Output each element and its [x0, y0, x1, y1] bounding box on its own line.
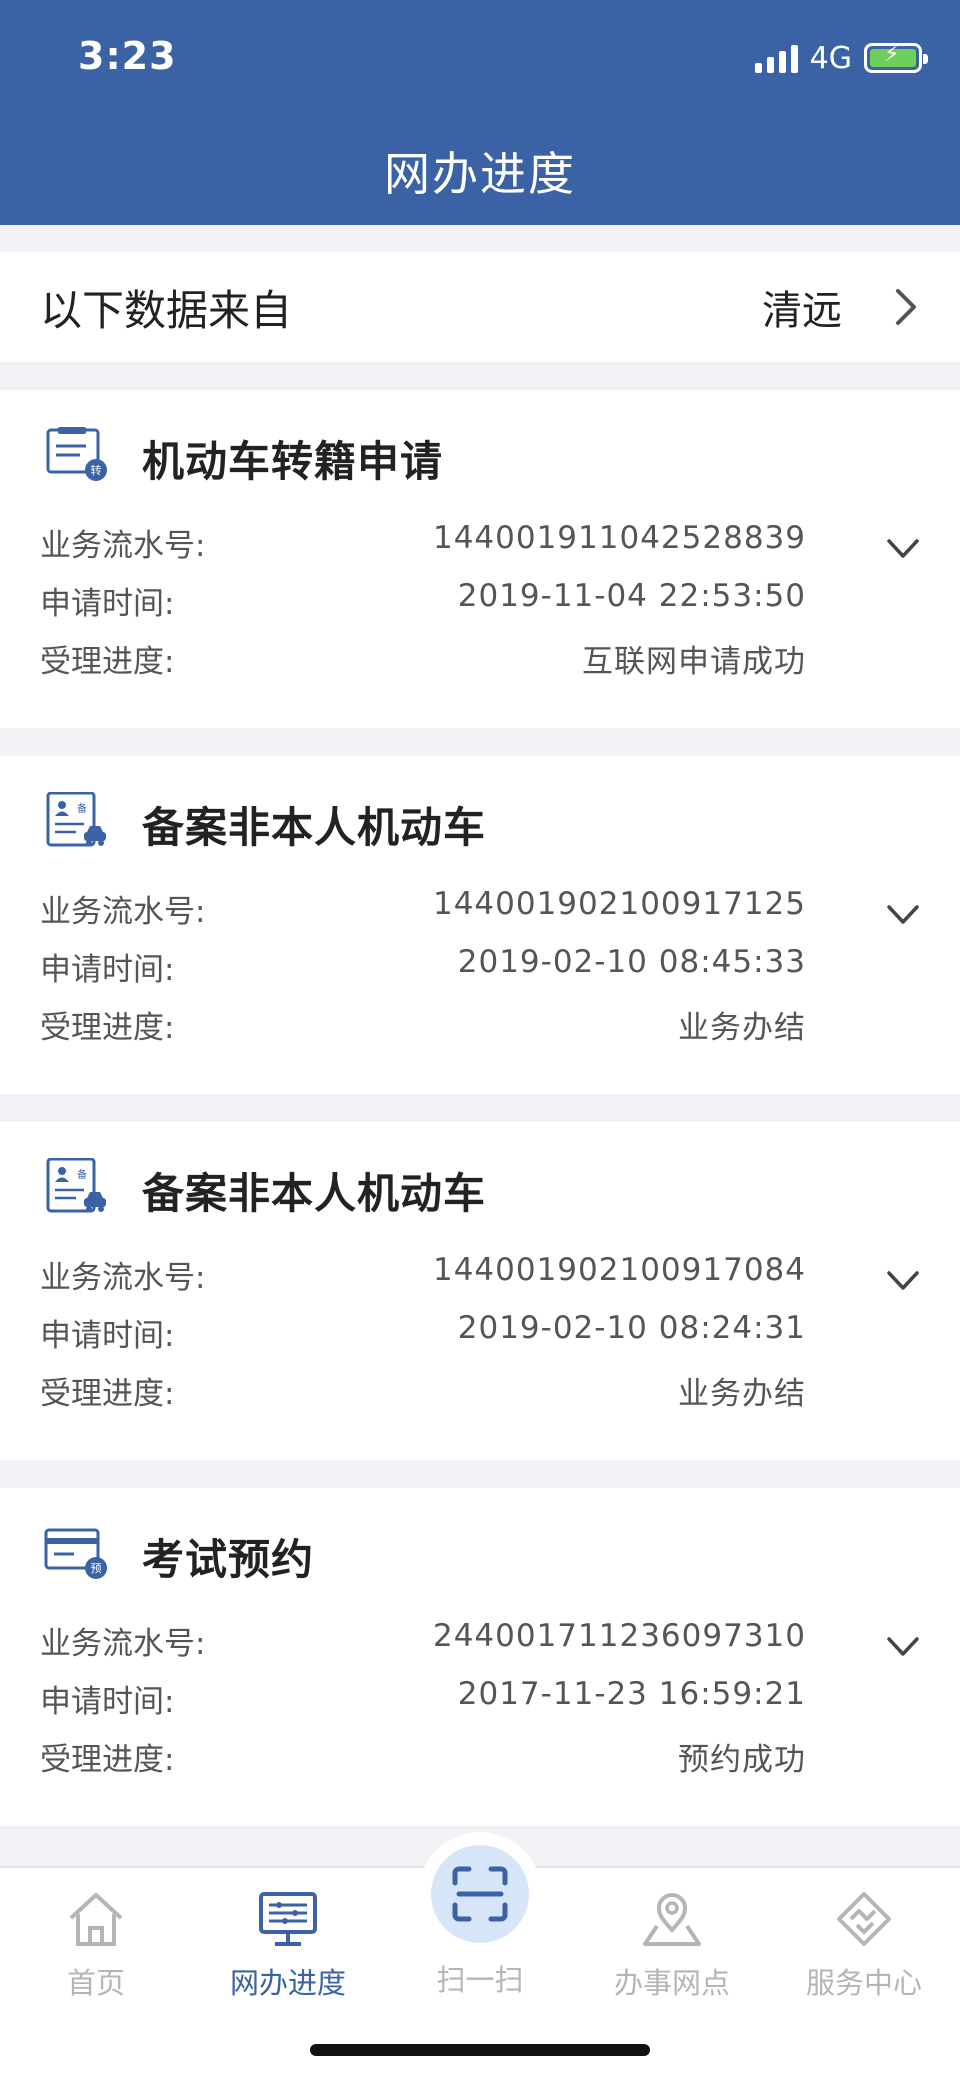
chevron-down-icon[interactable] — [886, 1270, 920, 1292]
record-title: 备案非本人机动车 — [142, 1169, 487, 1218]
time-row: 申请时间: 2019-11-04 22:53:50 — [40, 578, 806, 622]
time-value: 2019-02-10 08:24:31 — [457, 1310, 806, 1346]
location-icon — [643, 1893, 701, 1946]
tab-scan-label: 扫一扫 — [436, 1963, 524, 1997]
serial-row: 业务流水号: 244001711236097310 — [40, 1618, 806, 1662]
svg-text:备: 备 — [77, 802, 87, 815]
network-type: 4G — [809, 40, 852, 76]
page-title: 网办进度 — [384, 147, 576, 201]
progress-value: 预约成功 — [678, 1742, 806, 1778]
scan-icon — [452, 1866, 508, 1922]
progress-value: 业务办结 — [678, 1010, 806, 1046]
record-card[interactable]: 备 备案非本人机动车 业务流水号: 144001902100917084 申请时间… — [0, 1122, 960, 1460]
serial-value: 144001902100917084 — [432, 1252, 806, 1288]
chevron-right-icon — [896, 289, 916, 325]
record-title: 考试预约 — [142, 1535, 315, 1584]
tab-home[interactable]: 首页 — [0, 1888, 192, 2002]
exam-card-icon: 预 — [44, 1528, 107, 1579]
home-icon — [69, 1893, 123, 1946]
progress-row: 受理进度: 预约成功 — [40, 1734, 806, 1779]
serial-value: 244001711236097310 — [432, 1618, 806, 1654]
serial-value: 144001902100917125 — [432, 886, 806, 922]
time-value: 2019-02-10 08:45:33 — [457, 944, 806, 980]
chevron-down-icon[interactable] — [886, 1636, 920, 1658]
battery-icon: ⚡ — [864, 43, 928, 73]
progress-value: 业务办结 — [678, 1376, 806, 1412]
svg-text:转: 转 — [91, 463, 102, 477]
data-source-selector[interactable]: 以下数据来自 清远 — [0, 252, 960, 362]
header: 3:23 4G ⚡ 网办进度 — [0, 0, 960, 225]
serial-row: 业务流水号: 144001902100917084 — [40, 1252, 806, 1296]
progress-value: 互联网申请成功 — [582, 644, 806, 680]
tab-label: 服务中心 — [805, 1966, 922, 2000]
serial-row: 业务流水号: 144001911042528839 — [40, 520, 806, 564]
signal-icon — [754, 43, 798, 73]
time-value: 2019-11-04 22:53:50 — [457, 578, 806, 614]
record-card[interactable]: 预 考试预约 业务流水号: 244001711236097310 申请时间: 201… — [0, 1488, 960, 1826]
filing-doc-icon: 备 — [46, 1158, 106, 1213]
scan-button[interactable] — [418, 1832, 542, 1956]
svg-text:备: 备 — [77, 1168, 87, 1181]
handshake-icon — [837, 1892, 891, 1946]
chevron-down-icon[interactable] — [886, 904, 920, 926]
tab-progress[interactable]: 网办进度 — [192, 1888, 384, 2002]
tab-label: 首页 — [66, 1966, 125, 2000]
progress-row: 受理进度: 互联网申请成功 — [40, 636, 806, 681]
status-indicators: 4G ⚡ — [754, 40, 928, 76]
time-value: 2017-11-23 16:59:21 — [457, 1676, 806, 1712]
record-title: 备案非本人机动车 — [142, 803, 487, 852]
svg-text:预: 预 — [91, 1562, 102, 1575]
record-title: 机动车转籍申请 — [142, 437, 444, 486]
status-time: 3:23 — [78, 34, 177, 78]
chevron-down-icon[interactable] — [886, 538, 920, 560]
filing-doc-icon: 备 — [46, 792, 106, 847]
tab-label: 网办进度 — [229, 1966, 346, 2000]
serial-row: 业务流水号: 144001902100917125 — [40, 886, 806, 930]
tab-service-points[interactable]: 办事网点 — [576, 1888, 768, 2002]
transfer-doc-icon: 转 — [46, 427, 107, 481]
data-source-city: 清远 — [762, 288, 842, 334]
time-row: 申请时间: 2019-02-10 08:45:33 — [40, 944, 806, 988]
home-indicator — [310, 2044, 650, 2056]
record-card[interactable]: 备 备案非本人机动车 业务流水号: 144001902100917125 申请时间… — [0, 756, 960, 1094]
progress-row: 受理进度: 业务办结 — [40, 1368, 806, 1413]
tab-service-center[interactable]: 服务中心 — [768, 1888, 960, 2002]
tab-label: 办事网点 — [613, 1966, 730, 2000]
time-row: 申请时间: 2019-02-10 08:24:31 — [40, 1310, 806, 1354]
progress-row: 受理进度: 业务办结 — [40, 1002, 806, 1047]
record-card[interactable]: 转 机动车转籍申请 业务流水号: 144001911042528839 申请时间:… — [0, 390, 960, 728]
monitor-icon — [259, 1892, 317, 1946]
data-source-label: 以下数据来自 — [40, 285, 293, 335]
time-row: 申请时间: 2017-11-23 16:59:21 — [40, 1676, 806, 1720]
serial-value: 144001911042528839 — [432, 520, 806, 556]
